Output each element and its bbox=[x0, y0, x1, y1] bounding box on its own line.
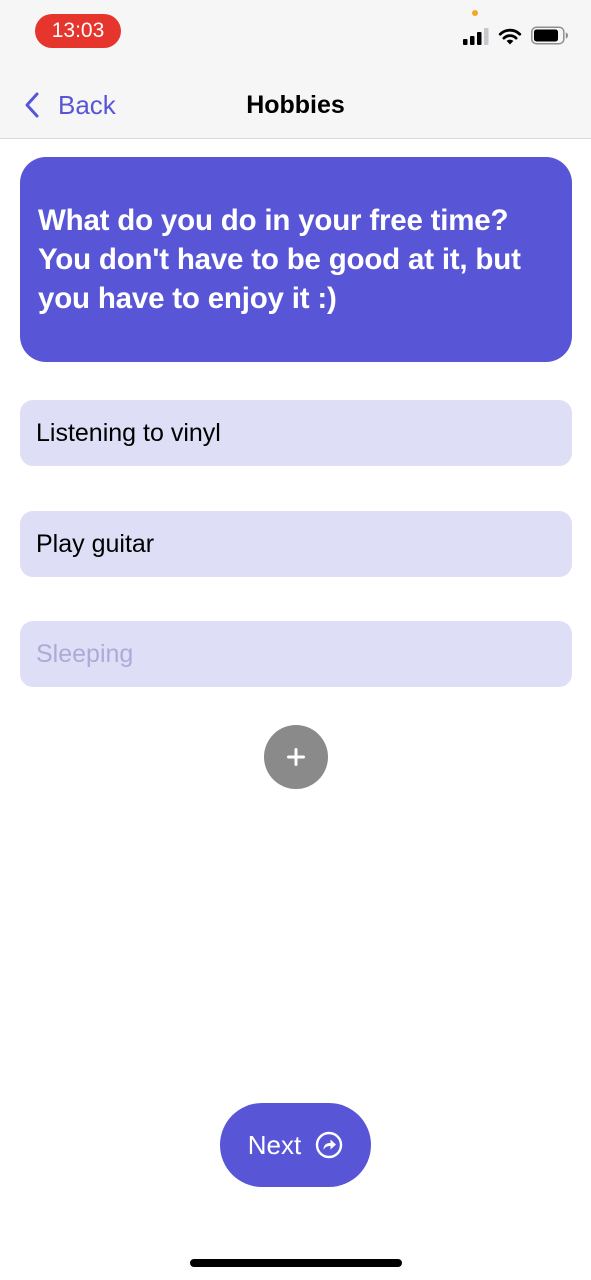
hobby-field-2[interactable] bbox=[20, 511, 572, 577]
question-text: What do you do in your free time? You do… bbox=[38, 204, 521, 315]
chevron-left-icon bbox=[25, 92, 39, 118]
question-card: What do you do in your free time? You do… bbox=[20, 157, 572, 362]
battery-icon bbox=[531, 26, 568, 45]
next-label: Next bbox=[247, 1129, 302, 1160]
add-hobby-button[interactable] bbox=[264, 725, 328, 789]
status-time: 13:03 bbox=[35, 14, 121, 48]
wifi-icon bbox=[498, 28, 522, 45]
back-button[interactable]: Back bbox=[22, 84, 116, 126]
arrow-forward-circle-icon bbox=[316, 1131, 343, 1159]
home-indicator bbox=[190, 1259, 402, 1267]
privacy-indicator-dot bbox=[472, 10, 478, 16]
plus-icon bbox=[287, 748, 305, 766]
back-label: Back bbox=[58, 89, 116, 120]
hobby-field-3[interactable] bbox=[20, 621, 572, 687]
top-bar: 13:03 Back Hobbies bbox=[0, 0, 591, 139]
cellular-signal-icon bbox=[463, 28, 489, 45]
next-button[interactable]: Next bbox=[220, 1103, 371, 1187]
hobby-field-1[interactable] bbox=[20, 400, 572, 466]
